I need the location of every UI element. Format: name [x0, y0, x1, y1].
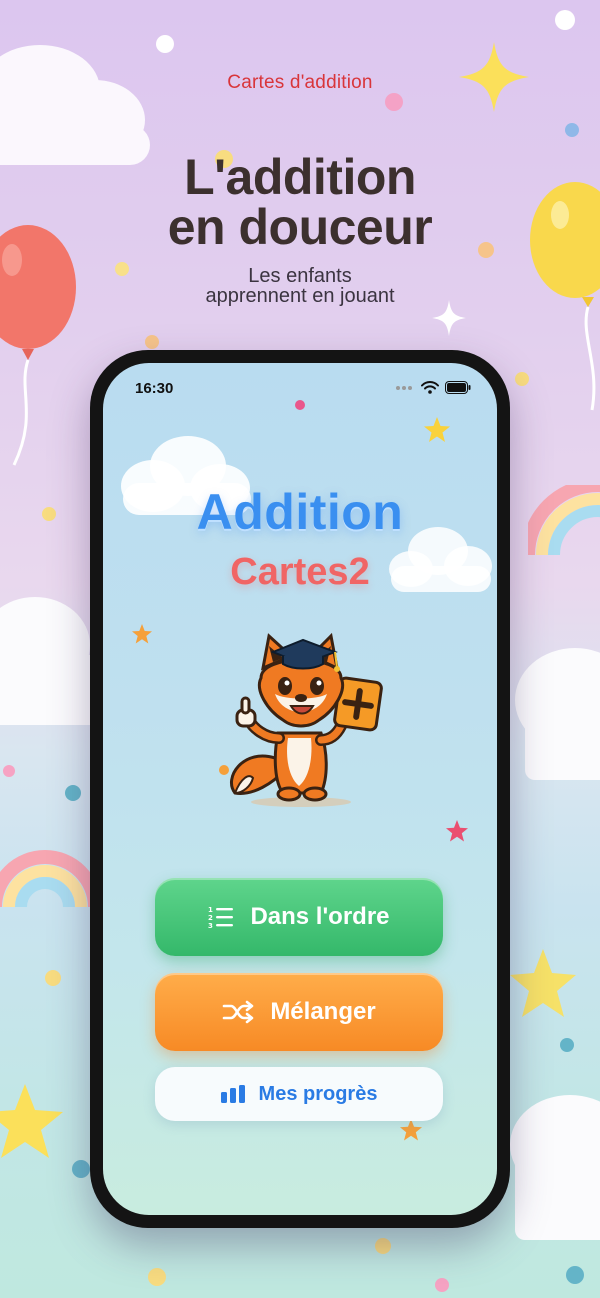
dot-decoration — [385, 93, 403, 111]
numbered-list-icon: 1 2 3 — [208, 906, 234, 929]
cloud-decoration-bottom — [510, 1095, 600, 1240]
dot-decoration — [42, 507, 56, 521]
dot-decoration — [566, 1266, 584, 1284]
status-time: 16:30 — [135, 380, 174, 397]
shuffle-label: Mélanger — [270, 998, 376, 1025]
dot-decoration — [515, 372, 529, 386]
cloud-decoration-right — [515, 648, 600, 780]
dot-decoration — [375, 1238, 391, 1254]
promo-headline-line2: en douceur — [167, 199, 433, 255]
star-decoration — [424, 417, 450, 442]
cloud-decoration-left — [0, 597, 100, 725]
promo-headline-line1: L'addition — [184, 149, 416, 205]
big-star-decoration-right — [510, 949, 576, 1017]
progress-button[interactable]: Mes progrès — [155, 1067, 443, 1121]
rainbow-decoration — [528, 485, 600, 556]
rainbow-decoration-left — [0, 850, 100, 908]
promo-subline-line2: apprennent en jouant — [205, 285, 395, 307]
promo-subline: Les enfants apprennent en jouant — [0, 266, 600, 306]
dot-decoration — [435, 1278, 449, 1292]
bar-chart-icon — [220, 1085, 245, 1103]
app-title: Addition — [196, 484, 404, 540]
svg-text:3: 3 — [208, 922, 213, 929]
wifi-icon — [421, 381, 439, 394]
dot-decoration — [65, 785, 81, 801]
dot-decoration — [148, 1268, 166, 1286]
promo-headline: L'addition en douceur — [0, 152, 600, 252]
dot-decoration — [560, 1038, 574, 1052]
phone-frame: 16:30 Addition Cartes2 1 2 3 Dans l'ordr… — [90, 350, 510, 1228]
star-decoration — [446, 820, 468, 842]
app-subtitle: Cartes2 — [230, 551, 370, 593]
svg-text:1: 1 — [208, 906, 213, 914]
promo-eyebrow: Cartes d'addition — [227, 72, 373, 93]
battery-icon — [445, 381, 471, 394]
app-screen: 16:30 Addition Cartes2 1 2 3 Dans l'ordr… — [103, 363, 497, 1215]
shuffle-button[interactable]: Mélanger — [155, 973, 443, 1051]
progress-label: Mes progrès — [258, 1082, 378, 1105]
star-decoration — [400, 1119, 422, 1141]
in-order-label: Dans l'ordre — [250, 903, 390, 930]
star-decoration — [132, 624, 152, 644]
promo-subline-line1: Les enfants — [248, 265, 352, 287]
fox-mascot — [229, 632, 383, 807]
dot-decoration — [156, 35, 174, 53]
dot-decoration — [45, 970, 61, 986]
dot-decoration — [295, 400, 305, 410]
dot-decoration — [565, 123, 579, 137]
dot-decoration — [72, 1160, 90, 1178]
dot-decoration — [145, 335, 159, 349]
red-balloon-decoration — [0, 225, 76, 466]
big-star-decoration — [0, 1084, 63, 1158]
signal-dots-icon — [396, 385, 412, 390]
in-order-button[interactable]: 1 2 3 Dans l'ordre — [155, 878, 443, 956]
shuffle-icon — [223, 1000, 254, 1024]
dot-decoration — [3, 765, 15, 777]
status-icons — [395, 381, 471, 394]
dot-decoration — [555, 10, 575, 30]
svg-text:2: 2 — [208, 914, 213, 922]
